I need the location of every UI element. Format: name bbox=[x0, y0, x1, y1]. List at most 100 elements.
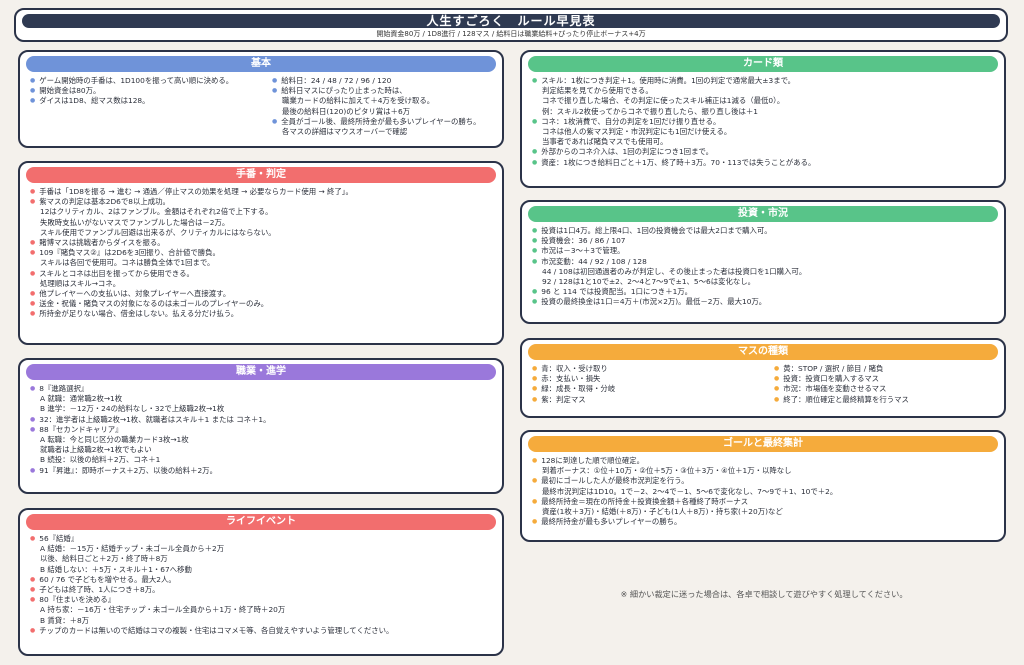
list-item: 32：進学者は上級職2枚→1枚、就職者はスキル＋1 または コネ＋1。 bbox=[30, 415, 496, 425]
panel-title: 基本 bbox=[26, 56, 496, 72]
list-item: 60 / 76 で子どもを増やせる。最大2人。 bbox=[30, 575, 496, 585]
list-item: コネで振り直した場合、その判定に使ったスキル補正は1減る（最低0）。 bbox=[542, 96, 785, 106]
list-item: 投資機会：36 / 86 / 107 bbox=[532, 236, 998, 246]
page-subtitle: 開始資金80万 / 1D8進行 / 128マス / 給料日は職業給料+ぴったり停… bbox=[376, 30, 646, 38]
list-item: チップのカードは無いので結婚はコマの複製・住宅はコマメモ等、各自覚えやすいよう管… bbox=[30, 626, 496, 636]
list-item: 最終市況判定は1D10。1で－2、2～4で－1、5～6で変化なし、7～9で＋1、… bbox=[542, 486, 838, 496]
list-item: 所持金が足りない場合、借金はしない。払える分だけ払う。 bbox=[30, 309, 496, 319]
list-item: 失敗時支払いがないマスでファンブルした場合は－2万。 bbox=[40, 217, 230, 227]
panel-title: 手番・判定 bbox=[26, 167, 496, 183]
list-item: スキル使用でファンブル回避は出来るが、クリティカルにはならない。 bbox=[40, 227, 276, 237]
list-item: 80『住まいを決める』 bbox=[30, 595, 496, 605]
panel-basic: 基本 ゲーム開始時の手番は、1D100を振って高い順に決める。 開始資金は80万… bbox=[18, 50, 504, 148]
panel-title: ゴールと最終集計 bbox=[528, 436, 998, 452]
panel-life-events: ライフイベント 56『結婚』 A 結婚：－15万・結婚チップ・未ゴール全員から＋… bbox=[18, 508, 504, 656]
list-item: 開始資金は80万。 bbox=[30, 86, 270, 96]
basic-right-list: 給料日：24 / 48 / 72 / 96 / 120 給料日マスにぴったり止ま… bbox=[272, 76, 500, 137]
turn-list: 手番は「1D8を振る → 進む → 通過／停止マスの効果を処理 → 必要ならカー… bbox=[30, 187, 496, 320]
list-item: B 進学：－12万・24の給料なし・32で上級職2枚→1枚 bbox=[40, 404, 225, 414]
list-item: 56『結婚』 bbox=[30, 534, 496, 544]
list-item: 赤：支払い・損失 bbox=[532, 374, 762, 384]
list-item: スキルは各回で使用可。コネは勝負全体で1回まで。 bbox=[40, 258, 215, 268]
list-item: 最終所持金＝現在の所持金＋投資換金額＋各種終了時ボーナス bbox=[532, 497, 998, 507]
list-item: 処理順はスキル→コネ。 bbox=[40, 278, 121, 288]
list-item: 最後の給料日(120)のピタリ賞は＋6万 bbox=[282, 106, 411, 116]
list-item: 給料日：24 / 48 / 72 / 96 / 120 bbox=[272, 76, 500, 86]
squares-right-list: 黄：STOP / 選択 / 節目 / 賭負 投資：投資口を購入するマス 市況：市… bbox=[774, 364, 1002, 405]
list-item: 資産(1枚＋3万)・結婚(＋8万)・子ども(1人＋8万)・持ち家(＋20万)など bbox=[542, 507, 783, 517]
list-item: 黄：STOP / 選択 / 節目 / 賭負 bbox=[774, 364, 1002, 374]
list-item: 88『セカンドキャリア』 bbox=[30, 425, 496, 435]
list-item: 市況変動：44 / 92 / 108 / 128 bbox=[532, 257, 998, 267]
list-item: 他プレイヤーへの支払いは、対象プレイヤーへ直接渡す。 bbox=[30, 289, 496, 299]
list-item: 資産：1枚につき給料日ごと＋1万、終了時＋3万。70・113では失うことがある。 bbox=[532, 158, 998, 168]
list-item: 職業カードの給料に加えて＋4万を受け取る。 bbox=[282, 96, 435, 106]
panel-title: 職業・進学 bbox=[26, 364, 496, 380]
list-item: 109『賭負マス②』は2D6を3回振り、合計値で勝負。 bbox=[30, 248, 496, 258]
panel-title: カード類 bbox=[528, 56, 998, 72]
list-item: 128に到達した順で順位確定。 bbox=[532, 456, 998, 466]
list-item: 当事者であれば賭負マスでも使用可。 bbox=[542, 137, 668, 147]
list-item: 市況：市場価を変動させるマス bbox=[774, 384, 1002, 394]
life-list: 56『結婚』 A 結婚：－15万・結婚チップ・未ゴール全員から＋2万 以後、給料… bbox=[30, 534, 496, 636]
list-item: コネ：1枚消費で、自分の判定を1回だけ振り直せる。 bbox=[532, 117, 998, 127]
list-item: 8『進路選択』 bbox=[30, 384, 496, 394]
list-item: 外部からのコネ介入は、1回の判定につき1回まで。 bbox=[532, 147, 998, 157]
list-item: 全員がゴール後、最終所持金が最も多いプレイヤーの勝ち。 bbox=[272, 117, 500, 127]
panel-goal: ゴールと最終集計 128に到達した順で順位確定。 到着ボーナス：①位＋10万・②… bbox=[520, 430, 1006, 542]
list-item: A 結婚：－15万・結婚チップ・未ゴール全員から＋2万 bbox=[40, 544, 225, 554]
panel-title: ライフイベント bbox=[26, 514, 496, 530]
list-item: 紫マスの判定は基本2D6で8以上成功。 bbox=[30, 197, 496, 207]
list-item: 判定結果を見てから使用できる。 bbox=[542, 86, 653, 96]
panel-turn: 手番・判定 手番は「1D8を振る → 進む → 通過／停止マスの効果を処理 → … bbox=[18, 161, 504, 345]
list-item: ゲーム開始時の手番は、1D100を振って高い順に決める。 bbox=[30, 76, 270, 86]
list-item: A 就職：通常職2枚→1枚 bbox=[40, 394, 123, 404]
list-item: 就職者は上級職2枚→1枚でもよい bbox=[40, 445, 152, 455]
career-list: 8『進路選択』 A 就職：通常職2枚→1枚 B 進学：－12万・24の給料なし・… bbox=[30, 384, 496, 476]
squares-left-list: 青：収入・受け取り 赤：支払い・損失 緑：成長・取得・分岐 紫：判定マス bbox=[532, 364, 762, 405]
list-item: B 賃貸：＋8万 bbox=[40, 615, 90, 625]
invest-list: 投資は1口4万。総上限4口、1回の投資機会では最大2口まで購入可。 投資機会：3… bbox=[532, 226, 998, 308]
list-item: 給料日マスにぴったり止まった時は、 bbox=[272, 86, 500, 96]
list-item: 各マスの詳細はマウスオーバーで確認 bbox=[282, 127, 408, 137]
list-item: ダイスは1D8、総マス数は128。 bbox=[30, 96, 270, 106]
list-item: 例：スキル2枚使ってからコネで振り直したら、振り直し後は＋1 bbox=[542, 106, 758, 116]
list-item: 92 / 128は1と10で±2、2～4と7～9で±1、5～6は変化なし。 bbox=[542, 277, 756, 287]
panel-square-types: マスの種類 青：収入・受け取り 赤：支払い・損失 緑：成長・取得・分岐 紫：判定… bbox=[520, 338, 1006, 418]
list-item: 以後、給料日ごと＋2万・終了時＋8万 bbox=[40, 554, 168, 564]
list-item: 紫：判定マス bbox=[532, 395, 762, 405]
list-item: A 持ち家：－16万・住宅チップ・未ゴール全員から＋1万・終了時＋20万 bbox=[40, 605, 286, 615]
basic-left-list: ゲーム開始時の手番は、1D100を振って高い順に決める。 開始資金は80万。 ダ… bbox=[30, 76, 270, 107]
page-title: 人生すごろく ルール早見表 bbox=[22, 14, 1000, 28]
list-item: 終了：順位確定と最終精算を行うマス bbox=[774, 395, 1002, 405]
list-item: スキルとコネは出目を振ってから使用できる。 bbox=[30, 269, 496, 279]
list-item: コネは他人の紫マス判定・市況判定にも1回だけ使える。 bbox=[542, 127, 732, 137]
goal-list: 128に到達した順で順位確定。 到着ボーナス：①位＋10万・②位＋5万・③位＋3… bbox=[532, 456, 998, 527]
cards-list: スキル：1枚につき判定＋1。使用時に消費。1回の判定で通常最大±3まで。 判定結… bbox=[532, 76, 998, 168]
panel-cards: カード類 スキル：1枚につき判定＋1。使用時に消費。1回の判定で通常最大±3まで… bbox=[520, 50, 1006, 188]
list-item: 青：収入・受け取り bbox=[532, 364, 762, 374]
list-item: 44 / 108は初回通過者のみが判定し、その後止まった者は投資口を1口購入可。 bbox=[542, 266, 807, 276]
list-item: 投資は1口4万。総上限4口、1回の投資機会では最大2口まで購入可。 bbox=[532, 226, 998, 236]
list-item: 賭博マスは挑戦者からダイスを振る。 bbox=[30, 238, 496, 248]
footer-note: ※ 細かい裁定に迷った場合は、各卓で相談して遊びやすく処理してください。 bbox=[620, 589, 908, 599]
header: 人生すごろく ルール早見表 開始資金80万 / 1D8進行 / 128マス / … bbox=[14, 8, 1008, 42]
list-item: スキル：1枚につき判定＋1。使用時に消費。1回の判定で通常最大±3まで。 bbox=[532, 76, 998, 86]
list-item: 91『昇進』：即時ボーナス＋2万、以後の給料＋2万。 bbox=[30, 466, 496, 476]
list-item: 送金・祝儀・賭負マスの対象になるのは未ゴールのプレイヤーのみ。 bbox=[30, 299, 496, 309]
list-item: B 結婚しない：＋5万・スキル＋1・67へ移動 bbox=[40, 564, 192, 574]
panel-title: 投資・市況 bbox=[528, 206, 998, 222]
panel-career: 職業・進学 8『進路選択』 A 就職：通常職2枚→1枚 B 進学：－12万・24… bbox=[18, 358, 504, 494]
list-item: 到着ボーナス：①位＋10万・②位＋5万・③位＋3万・④位＋1万・以降なし bbox=[542, 466, 792, 476]
list-item: 12はクリティカル、2はファンブル。金額はそれぞれ2倍で上下する。 bbox=[40, 207, 273, 217]
list-item: 市況は－3～＋3で管理。 bbox=[532, 246, 998, 256]
list-item: 投資の最終換金は1口＝4万＋(市況×2万)。最低－2万、最大10万。 bbox=[532, 297, 998, 307]
panel-title: マスの種類 bbox=[528, 344, 998, 360]
list-item: 96 と 114 では投資配当。1口につき＋1万。 bbox=[532, 287, 998, 297]
list-item: 子どもは終了時、1人につき＋8万。 bbox=[30, 585, 496, 595]
list-item: 手番は「1D8を振る → 進む → 通過／停止マスの効果を処理 → 必要ならカー… bbox=[30, 187, 496, 197]
list-item: B 続投：以後の給料＋2万、コネ＋1 bbox=[40, 455, 161, 465]
list-item: 最初にゴールした人が最終市況判定を行う。 bbox=[532, 476, 998, 486]
list-item: 投資：投資口を購入するマス bbox=[774, 374, 1002, 384]
panel-investment: 投資・市況 投資は1口4万。総上限4口、1回の投資機会では最大2口まで購入可。 … bbox=[520, 200, 1006, 324]
